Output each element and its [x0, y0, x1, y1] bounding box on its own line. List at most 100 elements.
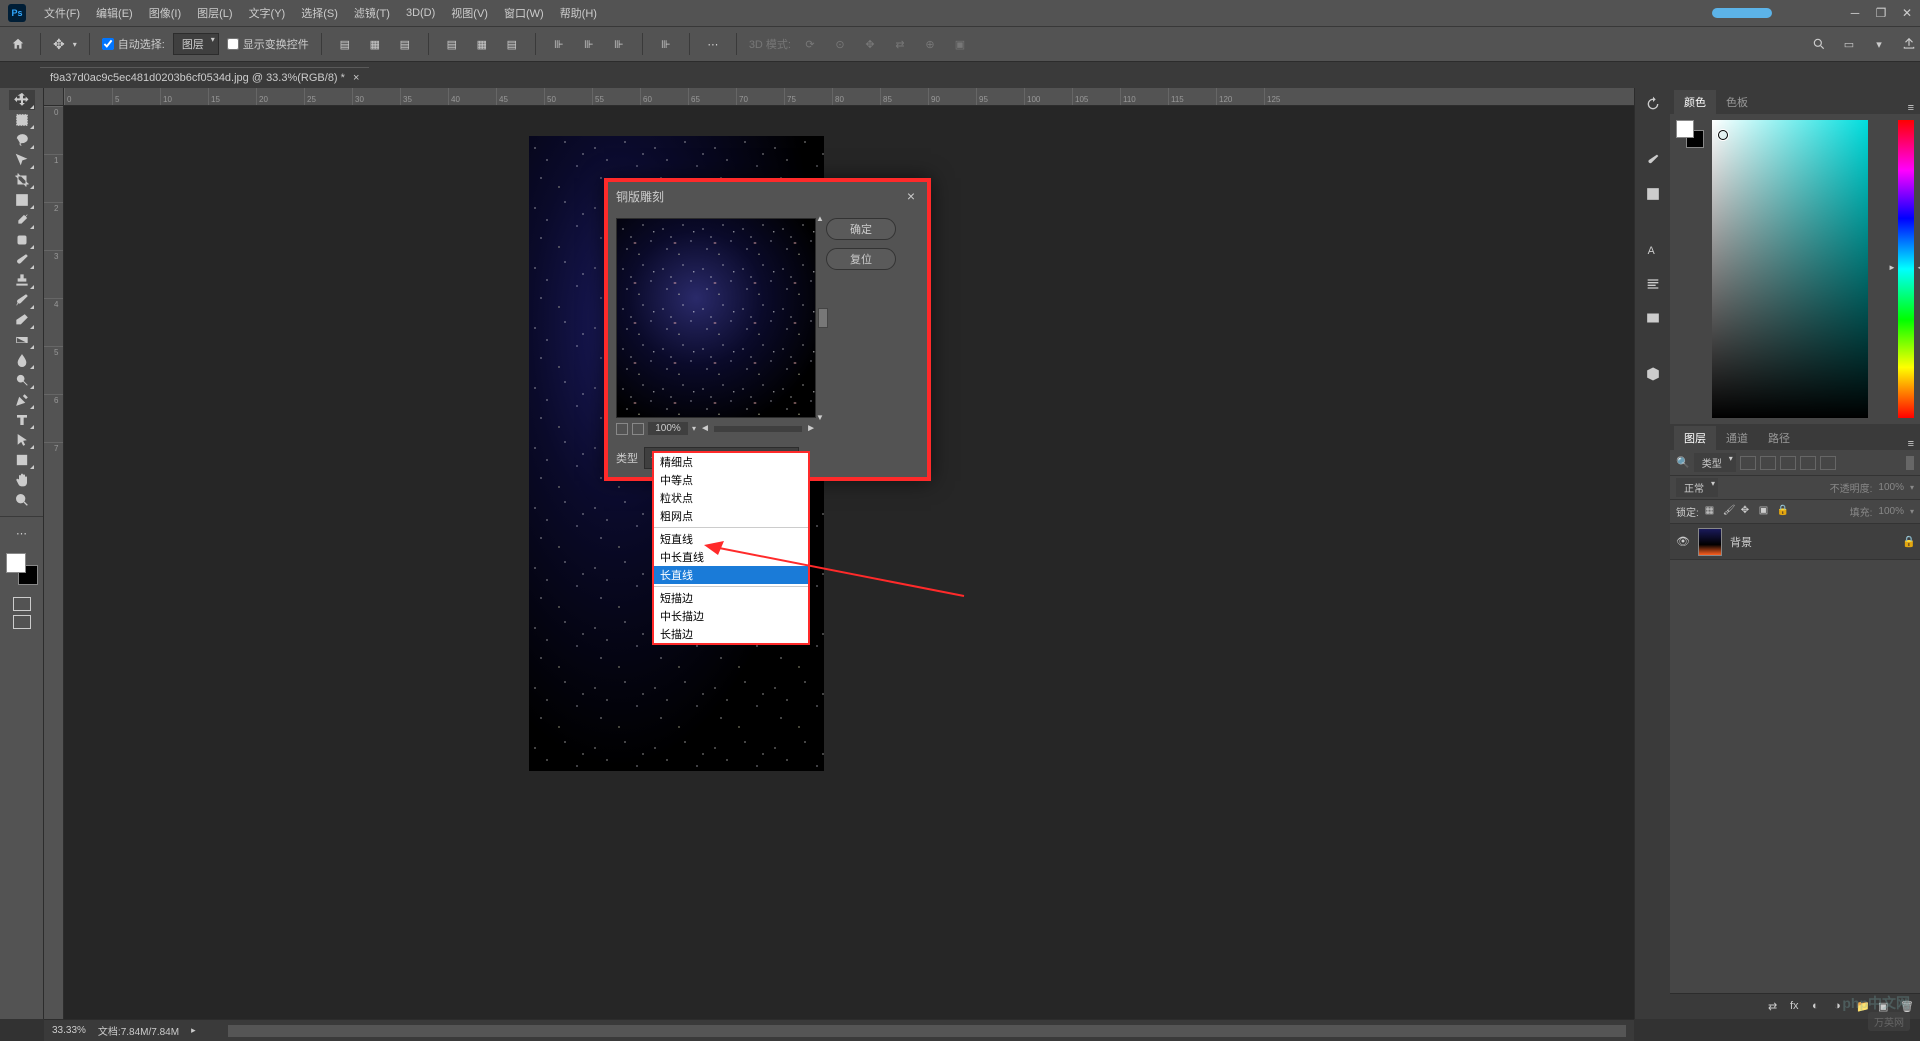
fill-value[interactable]: 100% [1878, 506, 1904, 517]
mini-fg-swatch[interactable] [1676, 120, 1694, 138]
auto-select-checkbox[interactable]: 自动选择: [102, 36, 165, 52]
adjustment-layer-icon[interactable]: ◑ [1834, 1000, 1848, 1014]
dropdown-arrow-icon[interactable]: ▾ [73, 40, 77, 49]
window-restore-button[interactable]: ❐ [1871, 6, 1891, 20]
filter-smart-icon[interactable] [1820, 456, 1836, 470]
filter-type-dropdown[interactable]: 类型 [1694, 453, 1736, 472]
shape-tool[interactable] [9, 450, 35, 470]
scroll-down-arrow-icon[interactable]: ▼ [816, 413, 824, 422]
screenmode-icon[interactable] [13, 615, 31, 629]
path-select-tool[interactable] [9, 430, 35, 450]
menu-image[interactable]: 图像(I) [141, 5, 189, 21]
more-options-icon[interactable]: ⋯ [702, 33, 724, 55]
distribute-bottom-icon[interactable]: ⊪ [608, 33, 630, 55]
channels-tab[interactable]: 通道 [1716, 426, 1758, 450]
layer-lock-indicator-icon[interactable]: 🔒 [1902, 535, 1914, 548]
brush-panel-icon[interactable] [1643, 150, 1663, 170]
color-field[interactable] [1712, 120, 1868, 418]
dialog-close-button[interactable]: × [903, 188, 919, 204]
opacity-value[interactable]: 100% [1878, 482, 1904, 493]
align-center-v-icon[interactable]: ▦ [471, 33, 493, 55]
blend-mode-dropdown[interactable]: 正常 [1676, 478, 1718, 497]
preview-zoom-in-button[interactable]: ► [806, 423, 816, 434]
menu-3d[interactable]: 3D(D) [398, 7, 443, 19]
layer-visibility-icon[interactable]: 👁 [1676, 535, 1690, 548]
distribute-top-icon[interactable]: ⊪ [548, 33, 570, 55]
brush-tool[interactable] [9, 250, 35, 270]
zoom-tool[interactable] [9, 490, 35, 510]
distribute-left-icon[interactable]: ⊪ [655, 33, 677, 55]
menu-edit[interactable]: 编辑(E) [88, 5, 141, 21]
menu-select[interactable]: 选择(S) [293, 5, 346, 21]
filter-adjust-icon[interactable] [1760, 456, 1776, 470]
preview-scroll-vertical[interactable]: ▲ ▼ [818, 218, 826, 418]
menu-file[interactable]: 文件(F) [36, 5, 88, 21]
blur-tool[interactable] [9, 350, 35, 370]
dialog-preview-image[interactable] [616, 218, 816, 418]
menu-window[interactable]: 窗口(W) [496, 5, 552, 21]
layer-row-background[interactable]: 👁 背景 🔒 [1670, 524, 1920, 560]
filter-shape-icon[interactable] [1800, 456, 1816, 470]
color-panel-menu-icon[interactable]: ≡ [1908, 102, 1914, 114]
status-info-dropdown-icon[interactable]: ▸ [191, 1025, 196, 1036]
dropdown-option[interactable]: 粒状点 [654, 489, 808, 507]
search-icon[interactable] [1808, 33, 1830, 55]
menu-filter[interactable]: 滤镜(T) [346, 5, 398, 21]
lock-position-icon[interactable]: ✥ [1741, 505, 1755, 519]
crop-tool[interactable] [9, 170, 35, 190]
paths-tab[interactable]: 路径 [1758, 426, 1800, 450]
preview-zoom-out-button[interactable]: ◄ [700, 423, 710, 434]
color-tab[interactable]: 颜色 [1674, 90, 1716, 114]
scroll-up-arrow-icon[interactable]: ▲ [816, 214, 824, 223]
filter-type-icon[interactable] [1780, 456, 1796, 470]
menu-type[interactable]: 文字(Y) [241, 5, 294, 21]
auto-select-target-dropdown[interactable]: 图层 [173, 33, 219, 55]
preview-scroll-horizontal[interactable] [714, 426, 802, 432]
lock-paint-icon[interactable]: 🖌 [1723, 505, 1737, 519]
dropdown-option[interactable]: 短描边 [654, 589, 808, 607]
document-tab-close-button[interactable]: × [353, 72, 359, 84]
show-transform-input[interactable] [227, 38, 239, 50]
status-doc-info[interactable]: 文档:7.84M/7.84M [98, 1023, 179, 1038]
menu-view[interactable]: 视图(V) [443, 5, 496, 21]
align-center-h-icon[interactable]: ▦ [364, 33, 386, 55]
window-close-button[interactable]: ✕ [1897, 6, 1917, 20]
dialog-titlebar[interactable]: 铜版雕刻 × [608, 182, 927, 210]
edit-toolbar-button[interactable]: ⋯ [9, 523, 35, 543]
document-tab[interactable]: f9a37d0ac9c5ec481d0203b6cf0534d.jpg @ 33… [40, 67, 369, 88]
dialog-ok-button[interactable]: 确定 [826, 218, 896, 240]
distribute-center-v-icon[interactable]: ⊪ [578, 33, 600, 55]
window-minimize-button[interactable]: ─ [1845, 6, 1865, 20]
type-tool[interactable] [9, 410, 35, 430]
dropdown-option[interactable]: 精细点 [654, 453, 808, 471]
screen-mode-toggle[interactable] [13, 597, 31, 629]
marquee-tool[interactable] [9, 110, 35, 130]
auto-select-input[interactable] [102, 38, 114, 50]
eraser-tool[interactable] [9, 310, 35, 330]
lock-artboard-icon[interactable]: ▣ [1759, 505, 1773, 519]
layers-panel-menu-icon[interactable]: ≡ [1908, 438, 1914, 450]
link-layers-icon[interactable]: ⇄ [1768, 1000, 1782, 1014]
3d-panel-icon[interactable] [1643, 364, 1663, 384]
align-left-icon[interactable]: ▤ [334, 33, 356, 55]
healing-tool[interactable] [9, 230, 35, 250]
home-button[interactable] [8, 34, 28, 54]
quickmask-icon[interactable] [13, 597, 31, 611]
history-panel-icon[interactable] [1643, 94, 1663, 114]
color-swatches[interactable] [6, 553, 38, 585]
canvas-area[interactable]: 0510152025303540455055606570758085909510… [44, 88, 1634, 1019]
preview-actual-button[interactable] [632, 423, 644, 435]
workspace-dropdown-icon[interactable]: ▾ [1868, 33, 1890, 55]
preview-zoom-value[interactable]: 100% [648, 422, 688, 435]
layer-mask-icon[interactable]: ◐ [1812, 1000, 1826, 1014]
paragraph-panel-icon[interactable] [1643, 274, 1663, 294]
horizontal-ruler[interactable]: 0510152025303540455055606570758085909510… [64, 88, 1634, 106]
lock-transparency-icon[interactable]: ▦ [1705, 505, 1719, 519]
show-transform-checkbox[interactable]: 显示变换控件 [227, 36, 309, 52]
menu-help[interactable]: 帮助(H) [552, 5, 605, 21]
dropdown-option[interactable]: 短直线 [654, 530, 808, 548]
dropdown-option[interactable]: 中等点 [654, 471, 808, 489]
brush-presets-panel-icon[interactable] [1643, 184, 1663, 204]
hue-strip[interactable] [1898, 120, 1914, 418]
status-zoom[interactable]: 33.33% [52, 1025, 86, 1036]
